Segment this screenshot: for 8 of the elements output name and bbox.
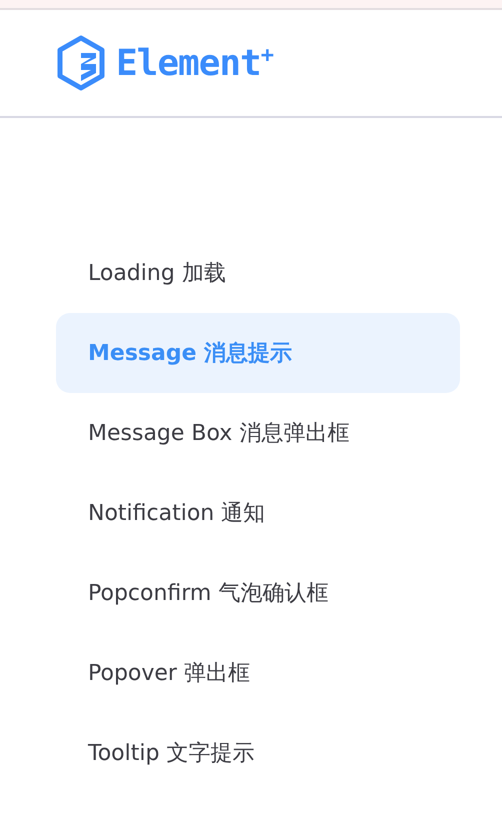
logo-wordmark: Element$^{+}$ xyxy=(116,42,273,84)
hexagon-logo-icon xyxy=(56,35,106,91)
menu-item[interactable]: Popover 弹出框 xyxy=(56,633,460,713)
menu-item[interactable]: Popconfirm 气泡确认框 xyxy=(56,553,460,633)
menu-item[interactable]: Message Box 消息弹出框 xyxy=(56,393,460,473)
menu-item[interactable]: Tooltip 文字提示 xyxy=(56,713,460,793)
menu-item[interactable]: Loading 加载 xyxy=(56,233,460,313)
menu-item[interactable]: Notification 通知 xyxy=(56,473,460,553)
